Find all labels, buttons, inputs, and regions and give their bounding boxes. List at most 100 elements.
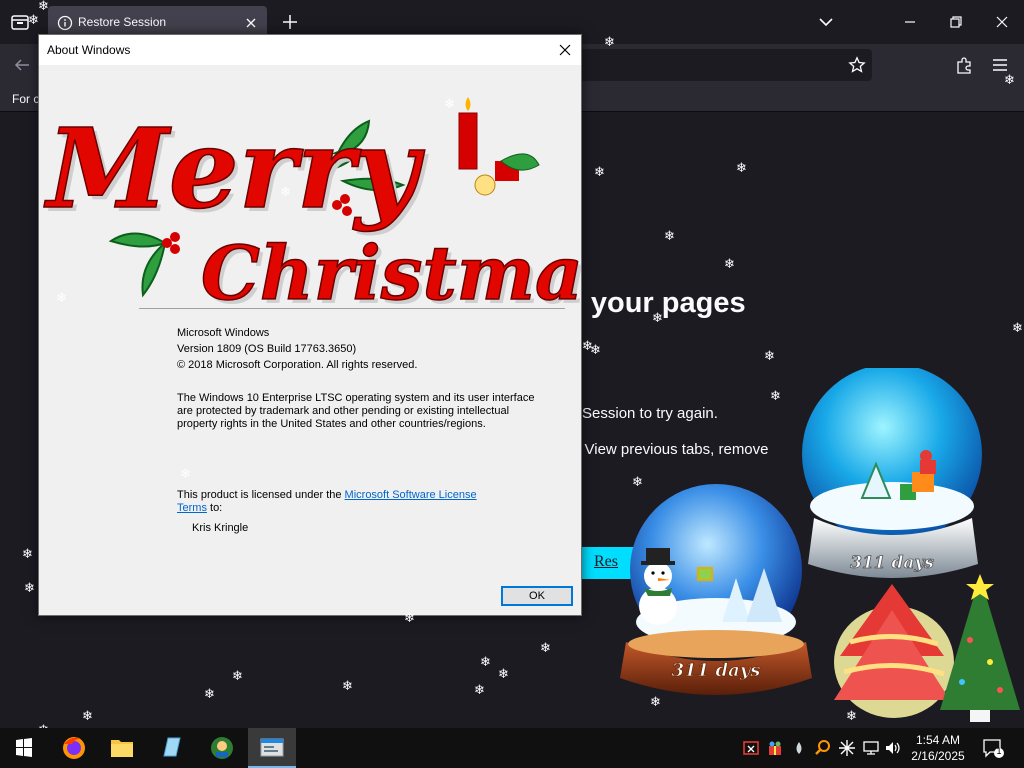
chevron-down-icon <box>819 18 833 27</box>
snowflake-icon: ❄ <box>180 467 191 482</box>
puzzle-icon <box>957 57 971 74</box>
license-prefix: This product is licensed under the <box>177 489 345 501</box>
snowflake-icon: ❄ <box>204 687 215 702</box>
windows-logo-icon <box>16 738 32 757</box>
close-icon <box>996 16 1008 28</box>
snowflake-icon: ❄ <box>736 161 747 176</box>
licensee-name: Kris Kringle <box>192 522 249 534</box>
snow-globe-presents-graphic: 311 days <box>802 364 982 578</box>
license-suffix: to: <box>206 502 223 514</box>
info-icon <box>57 15 73 31</box>
minimize-icon <box>905 21 915 23</box>
snowflake-icon: ❄ <box>444 97 455 112</box>
snowflake-icon: ❄ <box>764 349 775 364</box>
snowflake-icon: ❄ <box>664 229 675 244</box>
restore-window-button[interactable] <box>944 10 968 34</box>
christmas-tree-icon <box>834 574 1020 722</box>
snowflake-icon: ❄ <box>474 683 485 698</box>
back-button[interactable] <box>12 55 32 75</box>
dialog-titlebar[interactable]: About Windows <box>39 35 581 65</box>
app-menu-button[interactable] <box>990 55 1010 75</box>
drop-tray-icon[interactable] <box>790 739 808 757</box>
start-button[interactable] <box>0 728 48 768</box>
globe-days-label: 311 days <box>672 660 761 681</box>
close-icon[interactable] <box>557 42 573 58</box>
merry-christmas-graphic: Merry Merry Christmas Christmas <box>42 97 629 321</box>
legal-text-3: property rights in the United States and… <box>177 418 486 430</box>
banner-text-merry: Merry <box>43 104 426 233</box>
taskbar-notepad[interactable] <box>148 728 196 768</box>
taskbar-firefox[interactable] <box>50 728 98 768</box>
bookmark-star-button[interactable] <box>848 56 866 74</box>
license-terms-link-2[interactable]: Terms <box>177 502 207 514</box>
clock-time: 1:54 AM <box>915 733 961 747</box>
banner-text-christmas: Christmas <box>201 231 581 310</box>
holly-icon <box>108 232 180 298</box>
snowflake-icon: ❄ <box>1012 321 1023 336</box>
bookmark-item[interactable]: For c <box>12 92 39 106</box>
snowflake-icon: ❄ <box>632 475 643 490</box>
notification-count: 1 <box>996 746 1002 756</box>
snowflake-icon: ❄ <box>604 35 615 50</box>
snowflake-icon: ❄ <box>82 709 93 724</box>
license-terms-link[interactable]: Microsoft Software License <box>345 489 477 501</box>
legal-text-1: The Windows 10 Enterprise LTSC operating… <box>177 392 535 404</box>
firefox-view-button[interactable] <box>10 12 30 32</box>
close-tab-icon[interactable] <box>243 15 259 31</box>
legal-text-2: are protected by trademark and other pen… <box>177 405 510 417</box>
back-arrow-icon <box>14 59 29 71</box>
clock-date: 2/16/2025 <box>911 749 965 763</box>
snow-globe-snowman[interactable]: 311 days <box>614 482 820 704</box>
about-windows-dialog: About Windows Merry Merry Christm Christ… <box>38 34 629 616</box>
snowflake-icon: ❄ <box>594 165 605 180</box>
version-text: Version 1809 (OS Build 17763.3650) <box>177 343 357 355</box>
action-center-button[interactable]: 1 <box>982 738 1004 758</box>
taskbar-app[interactable] <box>198 728 246 768</box>
snow-globe-snowman-graphic: 311 days <box>620 484 812 695</box>
snowflake-icon: ❄ <box>56 291 67 306</box>
new-tab-button[interactable] <box>280 12 300 32</box>
snowflake-icon: ❄ <box>652 311 663 326</box>
network-icon[interactable] <box>862 739 880 757</box>
snowflake-icon: ❄ <box>232 669 243 684</box>
extensions-button[interactable] <box>954 55 974 75</box>
snowflake-icon: ❄ <box>28 13 39 28</box>
firefox-view-icon <box>11 15 29 30</box>
ok-button[interactable]: OK <box>501 586 573 606</box>
snowflake-icon: ❄ <box>770 389 781 404</box>
firefox-icon <box>63 737 85 759</box>
desktop-app-icon <box>211 737 233 759</box>
snow-globe-presents[interactable]: 311 days <box>796 364 992 588</box>
snowflake-icon: ❄ <box>540 641 551 656</box>
dialog-title: About Windows <box>47 43 131 57</box>
license-line-2: Terms to: <box>177 502 222 515</box>
system-clock[interactable]: 1:54 AM 2/16/2025 <box>906 732 970 764</box>
list-all-tabs-button[interactable] <box>814 10 838 34</box>
snowflake-icon: ❄ <box>480 655 491 670</box>
snowflake-icon: ❄ <box>590 343 601 358</box>
url-bar[interactable] <box>580 49 872 81</box>
snowflake-tray-icon[interactable] <box>838 739 856 757</box>
close-window-button[interactable] <box>990 10 1014 34</box>
taskbar-file-explorer[interactable] <box>98 728 146 768</box>
security-tray-icon[interactable] <box>742 739 760 757</box>
minimize-button[interactable] <box>898 10 922 34</box>
taskbar-about-windows[interactable] <box>248 728 296 768</box>
snowflake-icon: ❄ <box>38 0 49 14</box>
taskbar: 1:54 AM 2/16/2025 1 <box>0 728 1024 768</box>
volume-icon[interactable] <box>884 739 902 757</box>
restore-window-icon <box>950 16 962 28</box>
license-line: This product is licensed under the Micro… <box>177 489 477 502</box>
hamburger-menu-icon <box>993 59 1007 71</box>
gift-tray-icon[interactable] <box>766 739 784 757</box>
candle-icon <box>458 97 540 196</box>
snowflake-icon: ❄ <box>280 185 291 200</box>
star-icon <box>848 56 866 73</box>
christmas-tree-gadget[interactable] <box>830 570 1024 728</box>
plus-icon <box>283 15 297 29</box>
folder-icon <box>111 740 133 757</box>
product-name: Microsoft Windows <box>177 327 270 339</box>
dialog-separator <box>139 308 565 309</box>
merry-christmas-banner: Merry Merry Christmas Christmas <box>39 65 629 321</box>
search-tray-icon[interactable] <box>814 739 832 757</box>
